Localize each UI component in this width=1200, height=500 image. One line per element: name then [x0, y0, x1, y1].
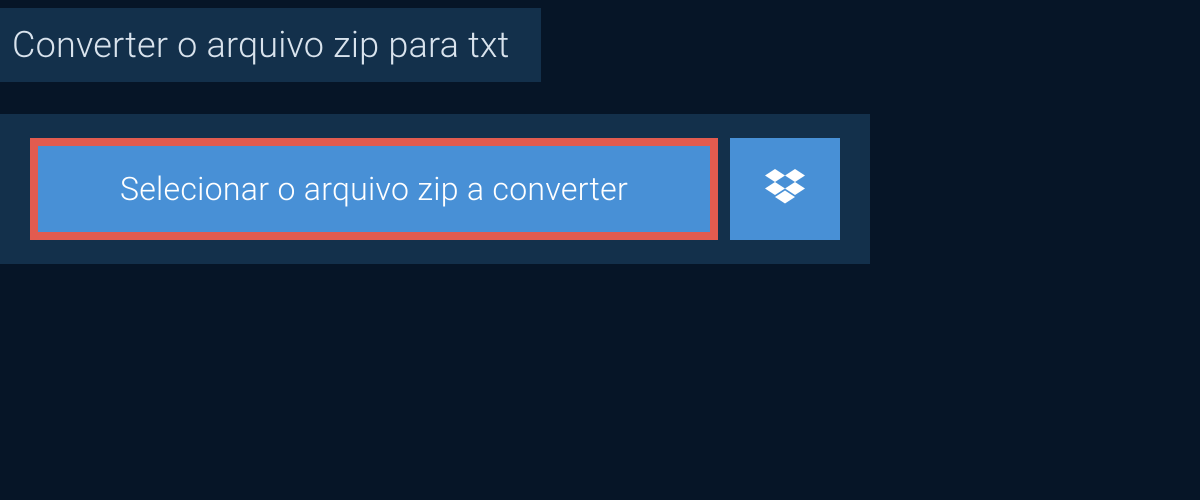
dropbox-icon: [765, 169, 805, 209]
action-panel: Selecionar o arquivo zip a converter: [0, 114, 870, 264]
page-title: Converter o arquivo zip para txt: [12, 24, 509, 66]
main-container: Converter o arquivo zip para txt Selecio…: [0, 0, 1200, 264]
title-bar: Converter o arquivo zip para txt: [0, 8, 541, 82]
select-file-label: Selecionar o arquivo zip a converter: [120, 170, 628, 208]
dropbox-button[interactable]: [730, 138, 840, 240]
select-file-button[interactable]: Selecionar o arquivo zip a converter: [30, 138, 718, 240]
